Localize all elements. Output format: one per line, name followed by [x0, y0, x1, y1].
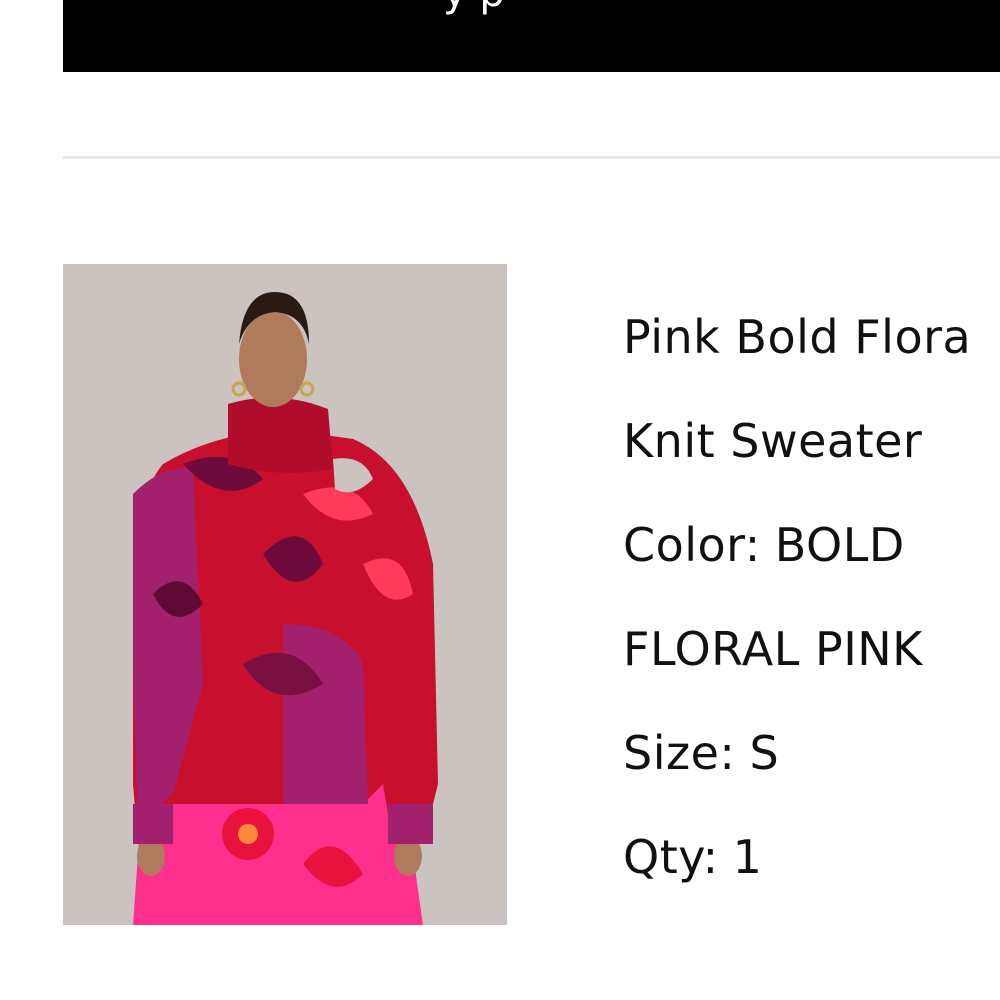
checkout-banner[interactable]: y p	[63, 0, 1000, 72]
qty-label: Qty:	[623, 830, 719, 884]
section-divider	[63, 156, 1000, 159]
color-label: Color:	[623, 518, 761, 572]
product-image[interactable]	[63, 264, 507, 925]
product-size-row: Size: S	[623, 701, 1000, 805]
product-qty-row: Qty: 1	[623, 805, 1000, 909]
product-name-line-2[interactable]: Knit Sweater	[623, 389, 1000, 493]
banner-text: y p	[443, 0, 505, 16]
product-color-row: Color: BOLD	[623, 493, 1000, 597]
product-name-line-1[interactable]: Pink Bold Flora	[623, 285, 1000, 389]
product-photo-illustration	[63, 264, 507, 925]
color-value-line-1: BOLD	[774, 518, 905, 572]
product-details: Pink Bold Flora Knit Sweater Color: BOLD …	[623, 285, 1000, 909]
size-label: Size:	[623, 726, 736, 780]
qty-value: 1	[732, 830, 763, 884]
size-value: S	[749, 726, 780, 780]
color-value-line-2: FLORAL PINK	[623, 622, 923, 676]
